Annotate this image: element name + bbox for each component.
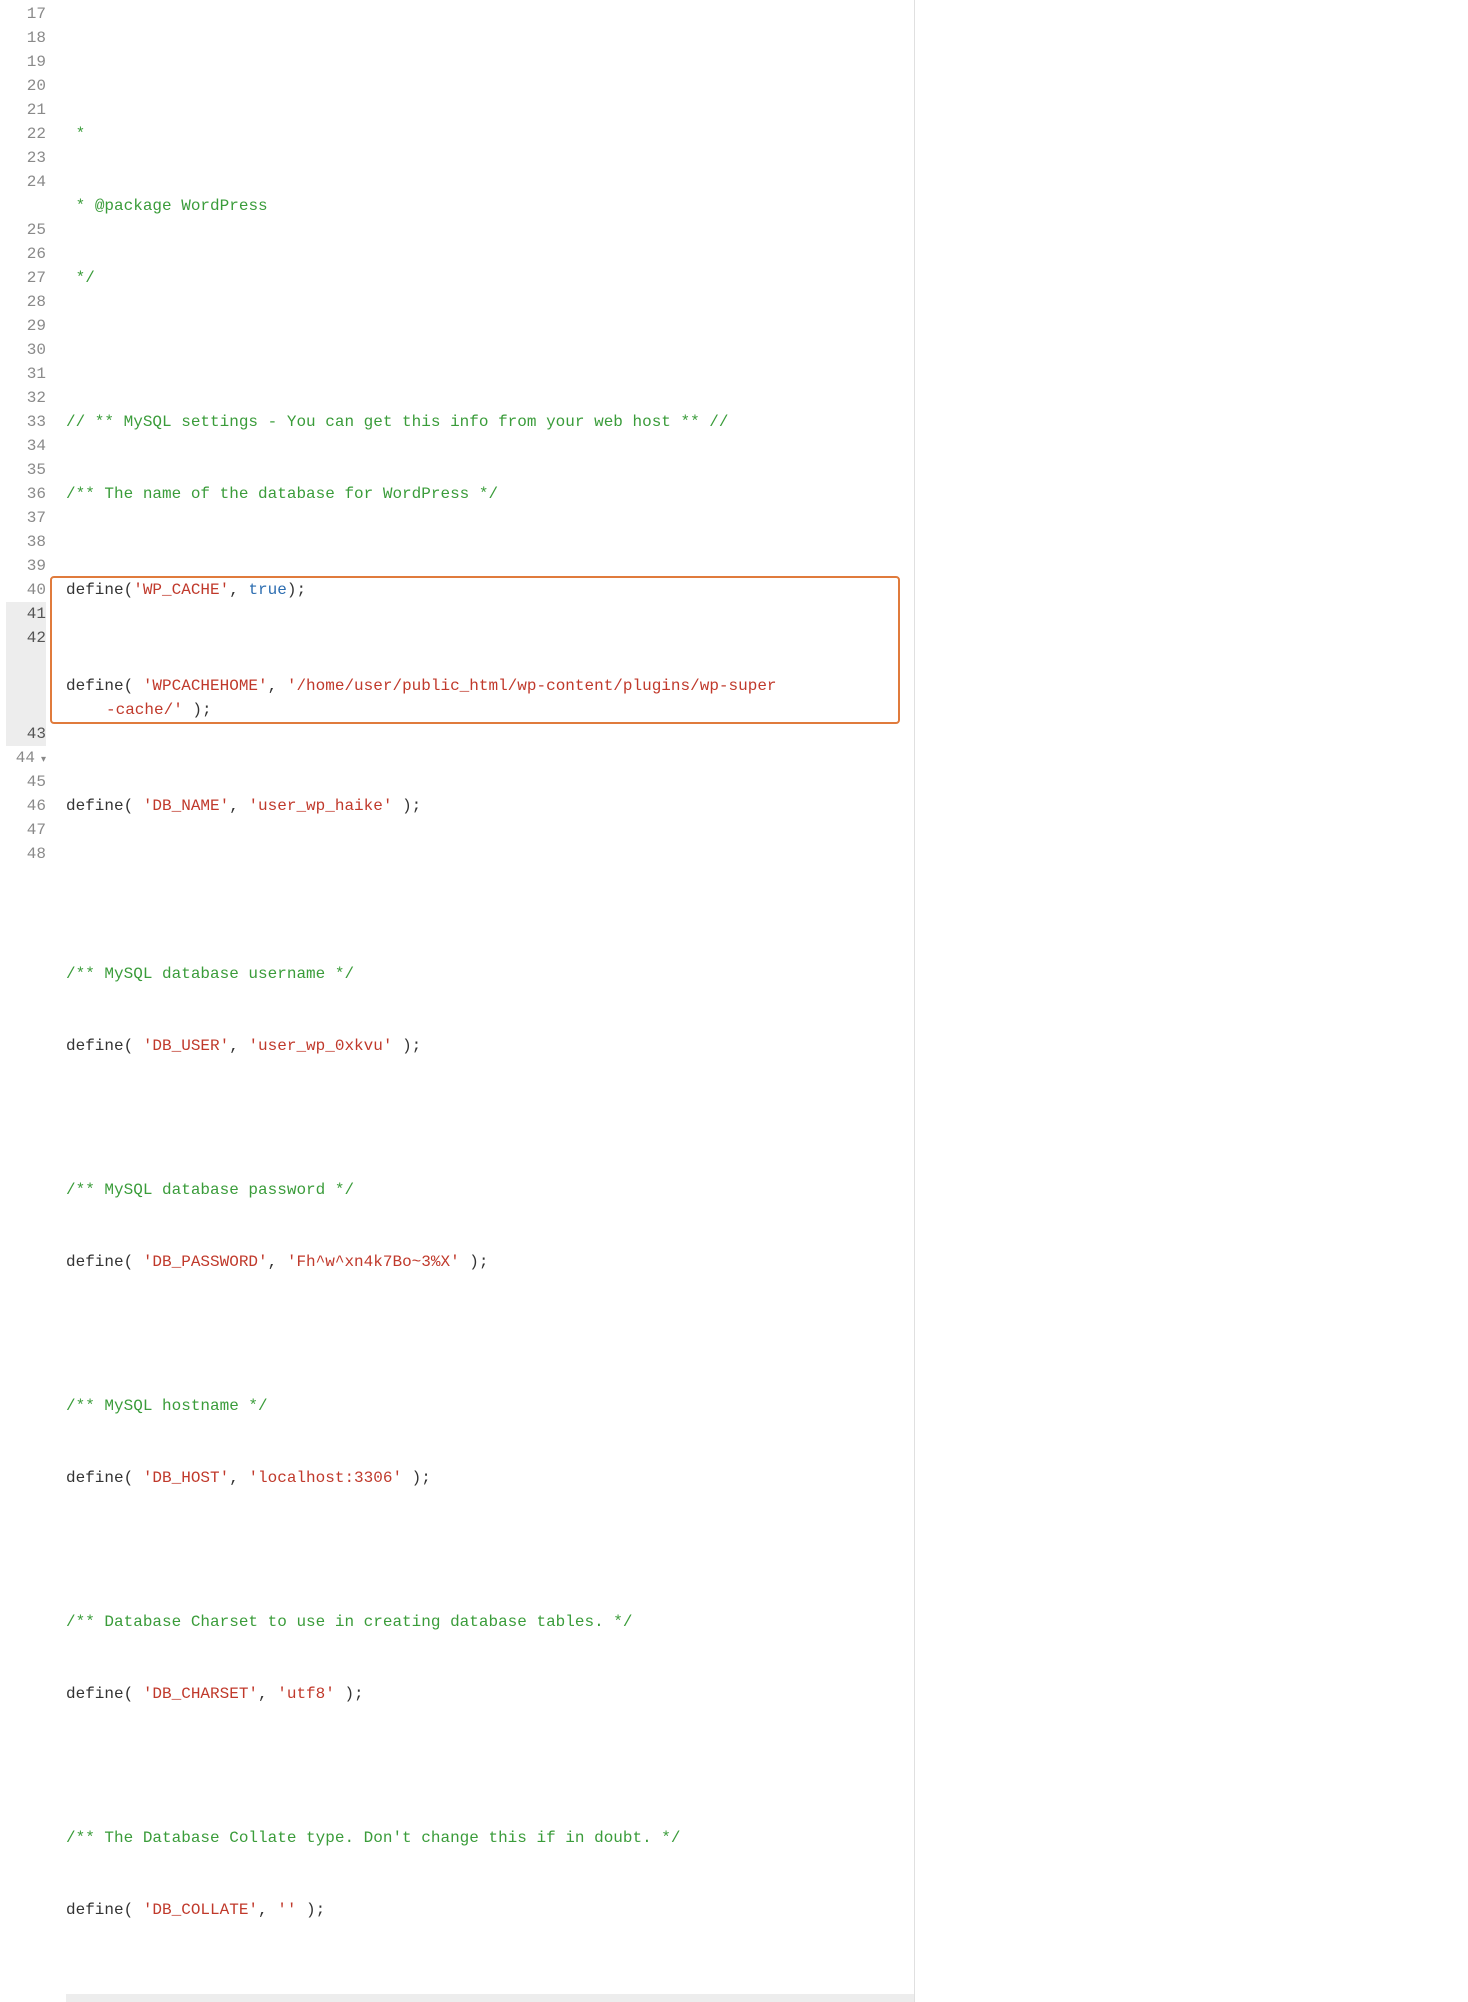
code-line[interactable]: * @package WordPress (66, 194, 914, 218)
line-number: 20 (6, 74, 46, 98)
line-number: 44 ▾ (6, 746, 46, 770)
code-line[interactable]: /** The Database Collate type. Don't cha… (66, 1826, 914, 1850)
line-number: 19 (6, 50, 46, 74)
line-number: 30 (6, 338, 46, 362)
line-number: 31 (6, 362, 46, 386)
line-number: 17 (6, 2, 46, 26)
line-number: 26 (6, 242, 46, 266)
code-line[interactable] (66, 1106, 914, 1130)
line-number: 29 (6, 314, 46, 338)
code-line[interactable]: /** MySQL database username */ (66, 962, 914, 986)
code-line[interactable]: define( 'DB_PASSWORD', 'Fh^w^xn4k7Bo~3%X… (66, 1250, 914, 1274)
line-number: 28 (6, 290, 46, 314)
code-line[interactable] (66, 338, 914, 362)
line-number-gutter: 17 18 19 20 21 22 23 24 25 26 27 28 29 3… (0, 0, 56, 2002)
line-number: 45 (6, 770, 46, 794)
line-number: 18 (6, 26, 46, 50)
code-line[interactable]: /** The name of the database for WordPre… (66, 482, 914, 506)
line-number: 47 (6, 818, 46, 842)
line-number: 43 (6, 722, 46, 746)
line-number: 46 (6, 794, 46, 818)
line-number: 32 (6, 386, 46, 410)
code-line[interactable] (66, 1994, 914, 2002)
code-line[interactable] (66, 890, 914, 914)
code-line[interactable]: * (66, 122, 914, 146)
code-line[interactable]: /** MySQL hostname */ (66, 1394, 914, 1418)
code-body[interactable]: * * @package WordPress */ // ** MySQL se… (56, 0, 914, 2002)
code-line[interactable]: define( 'DB_HOST', 'localhost:3306' ); (66, 1466, 914, 1490)
code-line[interactable]: define( 'DB_USER', 'user_wp_0xkvu' ); (66, 1034, 914, 1058)
line-number: 40 (6, 578, 46, 602)
line-number: 37 (6, 506, 46, 530)
line-number: 24 (6, 170, 46, 218)
line-number: 38 (6, 530, 46, 554)
line-number: 48 (6, 842, 46, 890)
code-line[interactable]: // ** MySQL settings - You can get this … (66, 410, 914, 434)
line-number: 41 (6, 602, 46, 626)
code-line[interactable] (66, 1322, 914, 1346)
line-number: 34 (6, 434, 46, 458)
line-number: 39 (6, 554, 46, 578)
code-line[interactable]: */ (66, 266, 914, 290)
code-editor[interactable]: 17 18 19 20 21 22 23 24 25 26 27 28 29 3… (0, 0, 915, 2002)
code-line[interactable]: define( 'DB_COLLATE', '' ); (66, 1898, 914, 1922)
code-line[interactable]: define( 'DB_CHARSET', 'utf8' ); (66, 1682, 914, 1706)
code-line[interactable] (66, 1754, 914, 1778)
line-number: 35 (6, 458, 46, 482)
code-line[interactable]: define('WP_CACHE', true); (66, 578, 914, 602)
line-number: 42 (6, 626, 46, 722)
code-line[interactable] (66, 1538, 914, 1562)
line-number: 25 (6, 218, 46, 242)
code-line[interactable]: define( 'WPCACHEHOME', '/home/user/publi… (66, 674, 914, 722)
code-line[interactable]: define( 'DB_NAME', 'user_wp_haike' ); (66, 794, 914, 818)
code-line[interactable]: /** MySQL database password */ (66, 1178, 914, 1202)
line-number: 33 (6, 410, 46, 434)
line-number: 21 (6, 98, 46, 122)
code-line[interactable]: /** Database Charset to use in creating … (66, 1610, 914, 1634)
line-number: 23 (6, 146, 46, 170)
line-number: 27 (6, 266, 46, 290)
fold-toggle-icon[interactable]: ▾ (35, 755, 46, 766)
line-number: 22 (6, 122, 46, 146)
line-number: 36 (6, 482, 46, 506)
